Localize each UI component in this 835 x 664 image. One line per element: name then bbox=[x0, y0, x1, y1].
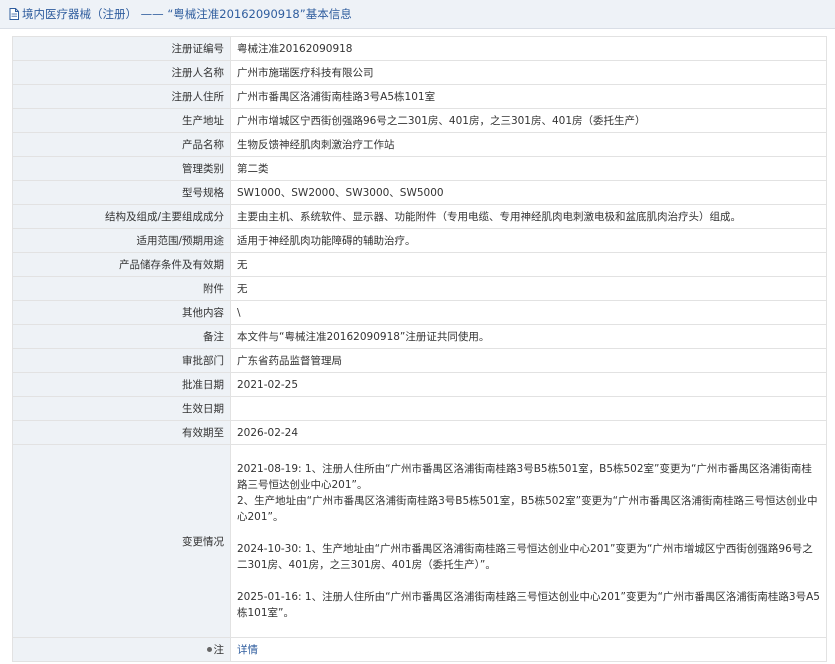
field-label: 备注 bbox=[12, 324, 231, 349]
info-row: 生产地址 广州市增城区宁西街创强路96号之二301房、401房，之三301房、40… bbox=[12, 108, 827, 133]
info-row: 管理类别 第二类 bbox=[12, 156, 827, 181]
info-row: 产品名称 生物反馈神经肌肉刺激治疗工作站 bbox=[12, 132, 827, 157]
info-row: 其他内容 \ bbox=[12, 300, 827, 325]
field-label: 注册证编号 bbox=[12, 36, 231, 61]
info-row: 审批部门 广东省药品监督管理局 bbox=[12, 348, 827, 373]
field-value: 2026-02-24 bbox=[230, 420, 827, 445]
info-row: 注册人住所 广州市番禺区洛浦街南桂路3号A5栋101室 bbox=[12, 84, 827, 109]
field-label: 管理类别 bbox=[12, 156, 231, 181]
field-value: 本文件与“粤械注准20162090918”注册证共同使用。 bbox=[230, 324, 827, 349]
field-label: 其他内容 bbox=[12, 300, 231, 325]
field-label: 变更情况 bbox=[12, 444, 231, 638]
change-history: 2021-08-19: 1、注册人住所由“广州市番禺区洛浦街南桂路3号B5栋50… bbox=[230, 444, 827, 638]
field-value: 广州市施瑞医疗科技有限公司 bbox=[230, 60, 827, 85]
info-row: 型号规格 SW1000、SW2000、SW3000、SW5000 bbox=[12, 180, 827, 205]
pin-icon bbox=[206, 647, 212, 652]
note-row: 注详情 bbox=[12, 637, 827, 662]
field-label: 结构及组成/主要组成成分 bbox=[12, 204, 231, 229]
field-label: 生产地址 bbox=[12, 108, 231, 133]
field-value: 主要由主机、系统软件、显示器、功能附件（专用电缆、专用神经肌肉电刺激电极和盆底肌… bbox=[230, 204, 827, 229]
detail-link[interactable]: 详情 bbox=[237, 644, 258, 656]
change-entry: 2021-08-19: 1、注册人住所由“广州市番禺区洛浦街南桂路3号B5栋50… bbox=[237, 463, 812, 491]
document-icon bbox=[9, 2, 19, 31]
field-value: 2021-02-25 bbox=[230, 372, 827, 397]
info-row: 结构及组成/主要组成成分 主要由主机、系统软件、显示器、功能附件（专用电缆、专用神… bbox=[12, 204, 827, 229]
info-row: 备注 本文件与“粤械注准20162090918”注册证共同使用。 bbox=[12, 324, 827, 349]
info-row: 附件无 bbox=[12, 276, 827, 301]
field-label: 有效期至 bbox=[12, 420, 231, 445]
note-label: 注 bbox=[213, 644, 225, 656]
field-value: 广州市番禺区洛浦街南桂路3号A5栋101室 bbox=[230, 84, 827, 109]
info-row: 适用范围/预期用途 适用于神经肌肉功能障碍的辅助治疗。 bbox=[12, 228, 827, 253]
field-value: 无 bbox=[230, 276, 827, 301]
page-header: 境内医疗器械（注册） —— “粤械注准20162090918”基本信息 bbox=[0, 0, 835, 29]
info-row: 有效期至 2026-02-24 bbox=[12, 420, 827, 445]
field-label: 注 bbox=[12, 637, 231, 662]
info-row: 注册证编号 粤械注准20162090918 bbox=[12, 36, 827, 61]
field-value: 详情 bbox=[230, 637, 827, 662]
info-row: 注册人名称 广州市施瑞医疗科技有限公司 bbox=[12, 60, 827, 85]
registration-info-table: 注册证编号 粤械注准20162090918 注册人名称 广州市施瑞医疗科技有限公司 注册… bbox=[12, 36, 827, 662]
field-label: 注册人名称 bbox=[12, 60, 231, 85]
field-label: 产品储存条件及有效期 bbox=[12, 252, 231, 277]
change-entry: 2、生产地址由“广州市番禺区洛浦街南桂路3号B5栋501室，B5栋502室”变更… bbox=[237, 495, 818, 523]
field-label: 审批部门 bbox=[12, 348, 231, 373]
breadcrumb-separator: —— bbox=[140, 7, 164, 21]
field-value bbox=[230, 396, 827, 421]
info-row: 生效日期 bbox=[12, 396, 827, 421]
page-title: “粤械注准20162090918”基本信息 bbox=[167, 7, 352, 21]
breadcrumb-category[interactable]: 境内医疗器械（注册） bbox=[22, 7, 137, 21]
change-entry: 2024-10-30: 1、生产地址由“广州市番禺区洛浦街南桂路三号恒达创业中心… bbox=[237, 543, 813, 571]
field-label: 批准日期 bbox=[12, 372, 231, 397]
field-value: SW1000、SW2000、SW3000、SW5000 bbox=[230, 180, 827, 205]
field-label: 型号规格 bbox=[12, 180, 231, 205]
info-row: 产品储存条件及有效期无 bbox=[12, 252, 827, 277]
field-value: 第二类 bbox=[230, 156, 827, 181]
info-row: 批准日期 2021-02-25 bbox=[12, 372, 827, 397]
field-label: 产品名称 bbox=[12, 132, 231, 157]
field-value: \ bbox=[230, 300, 827, 325]
field-label: 附件 bbox=[12, 276, 231, 301]
field-value: 适用于神经肌肉功能障碍的辅助治疗。 bbox=[230, 228, 827, 253]
field-value: 无 bbox=[230, 252, 827, 277]
field-value: 生物反馈神经肌肉刺激治疗工作站 bbox=[230, 132, 827, 157]
field-label: 注册人住所 bbox=[12, 84, 231, 109]
field-value: 粤械注准20162090918 bbox=[230, 36, 827, 61]
change-history-row: 变更情况 2021-08-19: 1、注册人住所由“广州市番禺区洛浦街南桂路3号B… bbox=[12, 444, 827, 638]
field-value: 广东省药品监督管理局 bbox=[230, 348, 827, 373]
change-entry: 2025-01-16: 1、注册人住所由“广州市番禺区洛浦街南桂路三号恒达创业中… bbox=[237, 591, 820, 619]
field-value: 广州市增城区宁西街创强路96号之二301房、401房，之三301房、401房（委… bbox=[230, 108, 827, 133]
field-label: 生效日期 bbox=[12, 396, 231, 421]
field-label: 适用范围/预期用途 bbox=[12, 228, 231, 253]
